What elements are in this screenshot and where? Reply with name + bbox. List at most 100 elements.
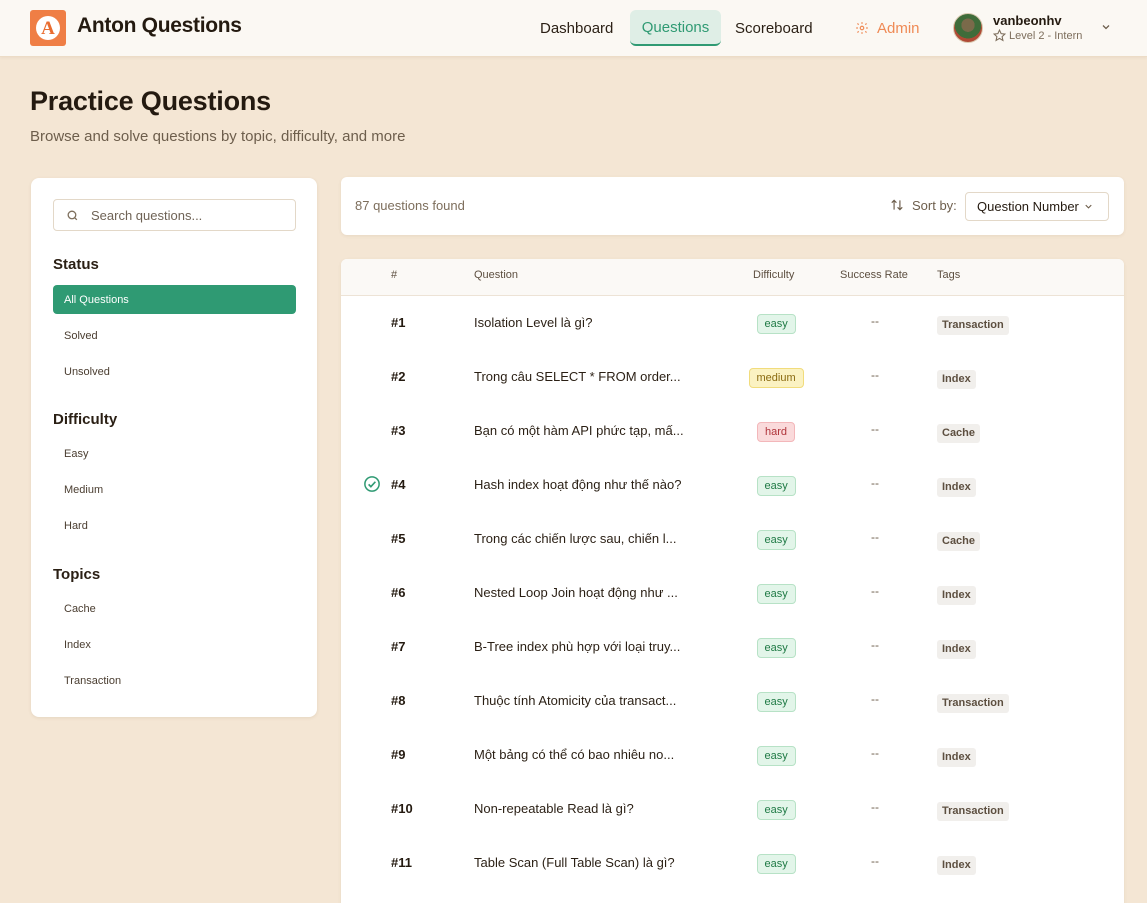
topic-tag[interactable]: Cache [937,532,981,551]
topic-tag[interactable]: Transaction [937,316,1009,335]
status-section-title: Status [53,256,99,273]
question-title-link[interactable]: Một bảng có thể có bao nhiêu no... [474,747,674,762]
avatar[interactable] [953,13,983,43]
question-title-link[interactable]: Trong câu SELECT * FROM order... [474,369,681,384]
success-rate: -- [871,638,879,652]
table-row[interactable]: #8 Thuộc tính Atomicity của transact... ea… [341,674,1124,728]
nav-questions[interactable]: Questions [630,10,721,46]
table-row[interactable]: #4 Hash index hoạt động như thế nào? easy -… [341,458,1124,512]
question-number: #6 [391,585,406,600]
topic-tag[interactable]: Index [937,478,976,497]
filter-topic-transaction[interactable]: Transaction [53,666,296,695]
top-navbar: A Anton Questions Dashboard Questions Sc… [0,0,1147,57]
question-title-link[interactable]: Thuộc tính Atomicity của transact... [474,693,676,708]
table-row[interactable]: #7 B-Tree index phù hợp với loại truy... e… [341,620,1124,674]
question-number: #11 [391,855,412,870]
page-subtitle: Browse and solve questions by topic, dif… [30,128,406,145]
topic-tag[interactable]: Index [937,370,976,389]
logo-letter: A [36,16,60,40]
filter-unsolved[interactable]: Unsolved [53,357,296,386]
success-rate: -- [871,422,879,436]
nav-admin-label: Admin [877,19,920,37]
table-row[interactable]: #11 Table Scan (Full Table Scan) là gì? ea… [341,836,1124,890]
table-row[interactable]: #6 Nested Loop Join hoạt động như ... easy… [341,566,1124,620]
col-question: Question [474,269,519,281]
table-row[interactable]: #10 Non-repeatable Read là gì? easy -- Trans… [341,782,1124,836]
difficulty-badge: easy [756,854,796,874]
success-rate: -- [871,476,879,490]
col-success-rate: Success Rate [840,269,908,281]
difficulty-badge: easy [756,314,796,334]
app-logo[interactable]: A [30,10,66,46]
table-row[interactable]: #2 Trong câu SELECT * FROM order... medium… [341,350,1124,404]
search-input[interactable] [91,207,281,223]
topic-tag[interactable]: Index [937,748,976,767]
filter-topic-cache[interactable]: Cache [53,594,296,623]
difficulty-badge: hard [757,422,796,442]
topic-tag[interactable]: Transaction [937,694,1009,713]
sort-arrows-icon [891,199,903,211]
question-number: #8 [391,693,406,708]
page-title: Practice Questions [30,86,271,116]
star-icon [993,29,1006,42]
topic-tag[interactable]: Index [937,856,976,875]
user-name: vanbeonhv [993,13,1062,28]
results-count: 87 questions found [355,198,465,213]
search-icon [67,210,78,220]
success-rate: -- [871,584,879,598]
topic-tag[interactable]: Transaction [937,802,1009,821]
question-number: #5 [391,531,406,546]
question-title-link[interactable]: Bạn có một hàm API phức tạp, mấ... [474,423,684,438]
filter-hard[interactable]: Hard [53,511,296,540]
question-title-link[interactable]: Table Scan (Full Table Scan) là gì? [474,855,675,870]
sort-select-value: Question Number [977,199,1079,214]
difficulty-badge: easy [756,692,796,712]
nav-scoreboard[interactable]: Scoreboard [724,10,824,46]
question-number: #9 [391,747,406,762]
check-circle-icon [364,476,380,492]
topics-section-title: Topics [53,566,101,583]
table-row[interactable]: #5 Trong các chiến lược sau, chiến l... ea… [341,512,1124,566]
user-level: Level 2 - Intern [993,29,1082,42]
nav-dashboard[interactable]: Dashboard [529,10,624,46]
topic-tag[interactable]: Cache [937,424,981,443]
topic-tag[interactable]: Index [937,586,976,605]
question-number: #1 [391,315,406,330]
success-rate: -- [871,800,879,814]
success-rate: -- [871,746,879,760]
question-title-link[interactable]: Non-repeatable Read là gì? [474,801,634,816]
difficulty-badge: easy [756,638,796,658]
results-toolbar: 87 questions found Sort by: Question Num… [341,177,1124,235]
question-title-link[interactable]: Isolation Level là gì? [474,315,593,330]
question-title-link[interactable]: Trong các chiến lược sau, chiến l... [474,531,676,546]
success-rate: -- [871,692,879,706]
difficulty-badge: easy [756,476,796,496]
success-rate: -- [871,368,879,382]
success-rate: -- [871,530,879,544]
question-title-link[interactable]: Hash index hoạt động như thế nào? [474,477,681,492]
question-number: #2 [391,369,406,384]
question-title-link[interactable]: B-Tree index phù hợp với loại truy... [474,639,680,654]
filter-topic-index[interactable]: Index [53,630,296,659]
question-title-link[interactable]: Nested Loop Join hoạt động như ... [474,585,678,600]
col-number: # [391,269,398,281]
user-level-text: Level 2 - Intern [1009,29,1083,42]
question-number: #7 [391,639,406,654]
col-difficulty: Difficulty [753,269,795,281]
filter-solved[interactable]: Solved [53,321,296,350]
filter-easy[interactable]: Easy [53,439,296,468]
table-row[interactable]: #9 Một bảng có thể có bao nhiêu no... easy… [341,728,1124,782]
filter-medium[interactable]: Medium [53,475,296,504]
search-field[interactable] [53,199,296,231]
nav-admin[interactable]: Admin [844,10,931,46]
app-title[interactable]: Anton Questions [77,14,242,38]
filter-all-questions[interactable]: All Questions [53,285,296,314]
table-row[interactable]: #1 Isolation Level là gì? easy -- Transactio… [341,296,1124,350]
chevron-down-icon[interactable] [1100,21,1112,33]
table-row[interactable]: #3 Bạn có một hàm API phức tạp, mấ... hard… [341,404,1124,458]
question-number: #10 [391,801,413,816]
success-rate: -- [871,314,879,328]
questions-table: # Question Difficulty Success Rate Tags … [341,259,1124,903]
sort-select[interactable]: Question Number [965,192,1109,221]
topic-tag[interactable]: Index [937,640,976,659]
